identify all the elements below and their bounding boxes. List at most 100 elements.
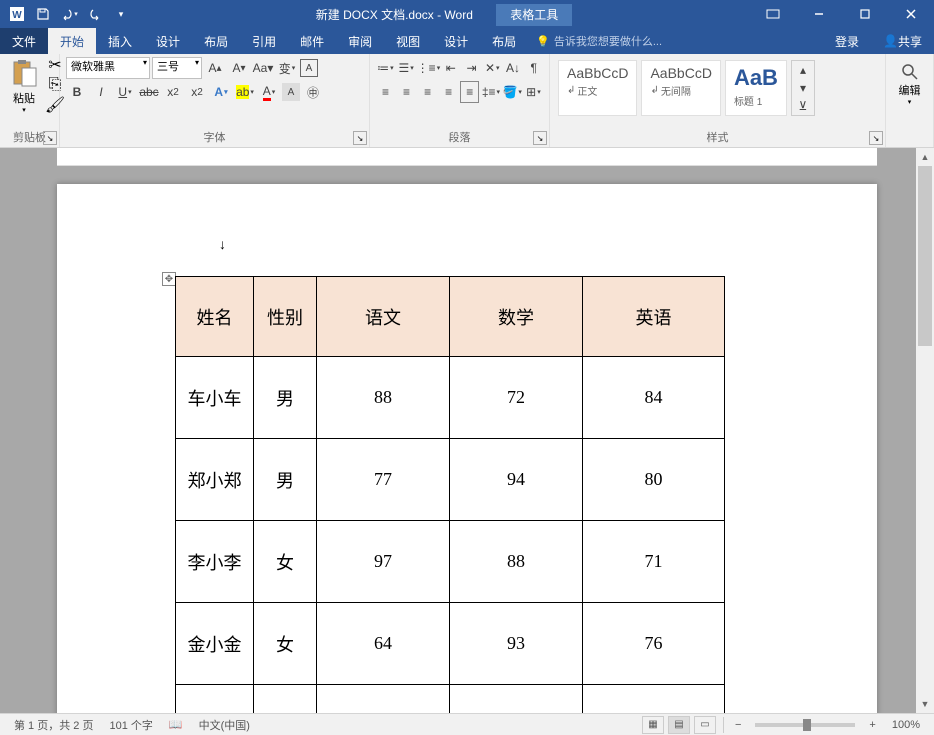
sort-icon[interactable]: A↓ [504, 57, 523, 79]
tab-table-design[interactable]: 设计 [432, 28, 480, 54]
ribbon-display-icon[interactable] [750, 0, 796, 28]
enclose-char-icon[interactable]: ㊥ [302, 81, 324, 103]
maximize-icon[interactable] [842, 0, 888, 28]
para-launcher-icon[interactable]: ↘ [533, 131, 547, 145]
highlight-icon[interactable]: ab [234, 81, 256, 103]
tab-mail[interactable]: 邮件 [288, 28, 336, 54]
tab-review[interactable]: 审阅 [336, 28, 384, 54]
increase-indent-icon[interactable]: ⇥ [462, 57, 481, 79]
italic-icon[interactable]: I [90, 81, 112, 103]
borders-icon[interactable]: ⊞ [524, 81, 543, 103]
align-right-icon[interactable]: ≡ [418, 81, 437, 103]
font-launcher-icon[interactable]: ↘ [353, 131, 367, 145]
style-more-icon[interactable]: ⊻ [792, 97, 814, 115]
th-english[interactable]: 英语 [583, 277, 725, 357]
bullets-icon[interactable]: ≔ [376, 57, 395, 79]
signin-button[interactable]: 登录 [823, 28, 871, 54]
decrease-indent-icon[interactable]: ⇤ [441, 57, 460, 79]
sb-words[interactable]: 101 个字 [101, 717, 160, 733]
table-row[interactable]: 李小李女978871 [176, 521, 725, 603]
th-chinese[interactable]: 语文 [317, 277, 450, 357]
zoom-level[interactable]: 100% [884, 719, 928, 731]
undo-icon[interactable]: ▾ [56, 1, 82, 27]
zoom-out-icon[interactable]: − [731, 719, 745, 731]
th-gender[interactable]: 性别 [254, 277, 317, 357]
tab-insert[interactable]: 插入 [96, 28, 144, 54]
share-button[interactable]: 👤 共享 [871, 28, 934, 54]
view-print-icon[interactable]: ▤ [668, 716, 690, 734]
zoom-slider[interactable] [755, 723, 855, 727]
th-math[interactable]: 数学 [450, 277, 583, 357]
shading-icon[interactable]: 🪣 [502, 81, 521, 103]
style-normal[interactable]: AaBbCcD ↲正文 [558, 60, 637, 116]
grow-font-icon[interactable]: A▴ [204, 57, 226, 79]
char-shading-icon[interactable]: A [282, 83, 300, 101]
change-case-icon[interactable]: Aa▾ [252, 57, 274, 79]
strikethrough-icon[interactable]: abc [138, 81, 160, 103]
tab-references[interactable]: 引用 [240, 28, 288, 54]
table-row[interactable]: 车小车男887284 [176, 357, 725, 439]
zoom-thumb[interactable] [803, 719, 811, 731]
subscript-icon[interactable]: x2 [162, 81, 184, 103]
minimize-icon[interactable] [796, 0, 842, 28]
align-left-icon[interactable]: ≡ [376, 81, 395, 103]
tellme-input[interactable]: 💡告诉我您想要做什么... [528, 33, 670, 49]
table-row[interactable] [176, 685, 725, 714]
tab-file[interactable]: 文件 [0, 28, 48, 54]
view-read-icon[interactable]: ▦ [642, 716, 664, 734]
numbering-icon[interactable]: ☰ [397, 57, 416, 79]
font-color-icon[interactable]: A [258, 81, 280, 103]
vertical-scrollbar[interactable]: ▲ ▼ [916, 148, 934, 713]
show-marks-icon[interactable]: ¶ [524, 57, 543, 79]
tab-home[interactable]: 开始 [48, 28, 96, 54]
table-row[interactable]: 郑小郑男779480 [176, 439, 725, 521]
document-page[interactable]: ↓ ✥ 姓名 性别 语文 数学 英语 车小车男887284 郑小郑男779480… [57, 184, 877, 713]
data-table[interactable]: 姓名 性别 语文 数学 英语 车小车男887284 郑小郑男779480 李小李… [175, 276, 725, 713]
table-row[interactable]: 金小金女649376 [176, 603, 725, 685]
tab-layout[interactable]: 布局 [192, 28, 240, 54]
phonetic-guide-icon[interactable]: 变 [276, 57, 298, 79]
font-name-select[interactable]: 微软雅黑 [66, 57, 150, 79]
th-name[interactable]: 姓名 [176, 277, 254, 357]
save-icon[interactable] [30, 1, 56, 27]
tab-design[interactable]: 设计 [144, 28, 192, 54]
clipboard-launcher-icon[interactable]: ↘ [43, 131, 57, 145]
style-heading1[interactable]: AaB 标题 1 [725, 60, 787, 116]
sb-page[interactable]: 第 1 页，共 2 页 [6, 717, 101, 733]
qat-customize-icon[interactable]: ▾ [108, 1, 134, 27]
table-anchor-icon[interactable]: ✥ [162, 272, 176, 286]
style-scroll-up-icon[interactable]: ▴ [792, 61, 814, 79]
close-icon[interactable] [888, 0, 934, 28]
document-title: 新建 DOCX 文档.docx - Word [316, 8, 473, 22]
asian-layout-icon[interactable]: ✕ [483, 57, 502, 79]
bold-icon[interactable]: B [66, 81, 88, 103]
font-size-select[interactable]: 三号 [152, 57, 202, 79]
scroll-thumb[interactable] [918, 166, 932, 346]
text-effects-icon[interactable]: A [210, 81, 232, 103]
zoom-in-icon[interactable]: + [865, 719, 879, 731]
multilevel-icon[interactable]: ⋮≡ [417, 57, 439, 79]
tab-table-layout[interactable]: 布局 [480, 28, 528, 54]
document-area[interactable]: ↓ ✥ 姓名 性别 语文 数学 英语 车小车男887284 郑小郑男779480… [0, 148, 934, 713]
underline-icon[interactable]: U [114, 81, 136, 103]
style-scroll-down-icon[interactable]: ▾ [792, 79, 814, 97]
redo-icon[interactable] [82, 1, 108, 27]
paste-button[interactable]: 粘贴 ▾ [4, 56, 44, 116]
char-border-icon[interactable]: A [300, 59, 318, 77]
shrink-font-icon[interactable]: A▾ [228, 57, 250, 79]
line-spacing-icon[interactable]: ‡≡ [481, 81, 500, 103]
superscript-icon[interactable]: x2 [186, 81, 208, 103]
styles-launcher-icon[interactable]: ↘ [869, 131, 883, 145]
horizontal-ruler[interactable] [57, 148, 877, 166]
justify-icon[interactable]: ≡ [439, 81, 458, 103]
sb-spell-icon[interactable]: 📖 [161, 718, 191, 731]
style-nospacing[interactable]: AaBbCcD ↲无间隔 [641, 60, 720, 116]
scroll-up-icon[interactable]: ▲ [916, 148, 934, 166]
tab-view[interactable]: 视图 [384, 28, 432, 54]
distributed-icon[interactable]: ≡ [460, 81, 479, 103]
align-center-icon[interactable]: ≡ [397, 81, 416, 103]
find-button[interactable]: 编辑 ▾ [890, 56, 929, 112]
sb-lang[interactable]: 中文(中国) [191, 717, 258, 733]
view-web-icon[interactable]: ▭ [694, 716, 716, 734]
scroll-down-icon[interactable]: ▼ [916, 695, 934, 713]
